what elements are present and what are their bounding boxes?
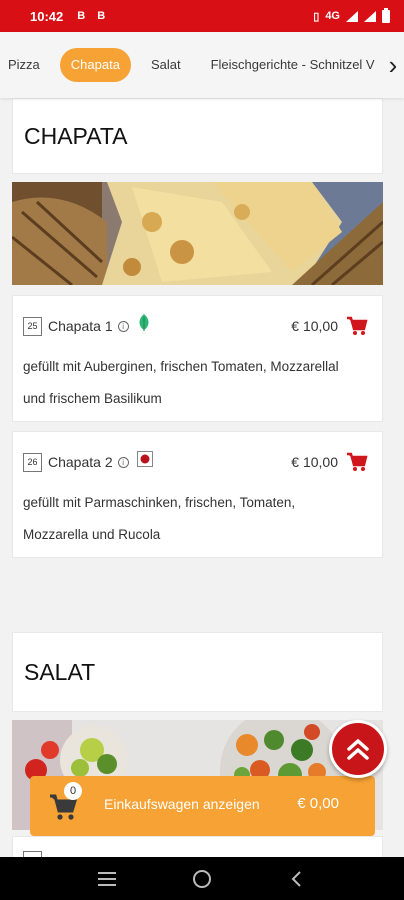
section-title-chapata: CHAPATA: [12, 98, 383, 174]
item-price: € 10,00: [291, 454, 338, 470]
signal-icon: [346, 10, 358, 22]
back-icon: [291, 870, 301, 887]
tab-salat[interactable]: Salat: [141, 48, 191, 82]
add-to-cart-icon[interactable]: [346, 316, 368, 336]
cart-label: Einkaufswagen anzeigen: [104, 796, 260, 812]
signal-icon: [364, 10, 376, 22]
status-bar: 10:42 B B ▯ 4G: [0, 0, 404, 32]
category-tabs: Pizza Chapata Salat Fleischgerichte - Sc…: [0, 32, 404, 98]
item-description-line: und frischem Basilikum: [23, 391, 162, 406]
add-to-cart-icon[interactable]: [346, 452, 368, 472]
notification-icon: B: [77, 10, 86, 22]
item-description-line: gefüllt mit Auberginen, frischen Tomaten…: [23, 359, 339, 374]
item-name: Chapata 2: [48, 454, 113, 470]
chapata-photo: [12, 182, 383, 285]
item-number: 26: [23, 452, 42, 472]
item-number: 25: [23, 316, 42, 336]
vibrate-icon: ▯: [313, 10, 320, 23]
system-navigation-bar: [0, 857, 404, 900]
vegetarian-leaf-icon: [139, 314, 149, 331]
tab-chapata[interactable]: Chapata: [59, 48, 131, 82]
view-cart-button[interactable]: 0 Einkaufswagen anzeigen € 0,00: [30, 776, 375, 836]
item-description-line: gefüllt mit Parmaschinken, frischen, Tom…: [23, 495, 296, 510]
cart-count-badge: 0: [64, 782, 82, 800]
home-icon: [192, 869, 211, 888]
info-icon[interactable]: i: [117, 320, 129, 332]
status-time: 10:42: [30, 8, 64, 24]
network-type-label: 4G: [325, 10, 340, 22]
item-description: gefüllt mit Auberginen, frischen Tomaten…: [23, 351, 372, 415]
item-name: Chapata 1: [48, 318, 113, 334]
tabs-scroll-right-icon[interactable]: ›: [382, 32, 404, 98]
chapata-banner-image: [12, 182, 383, 285]
recent-apps-icon: [98, 871, 117, 886]
item-price: € 10,00: [291, 318, 338, 334]
item-description: gefüllt mit Parmaschinken, frischen, Tom…: [23, 487, 372, 551]
home-button[interactable]: [188, 865, 216, 893]
pork-marker-icon: [136, 451, 153, 467]
menu-item-card[interactable]: 26 Chapata 2 i € 10,00 gefüllt mit Parma…: [12, 431, 383, 558]
section-title-text: SALAT: [24, 658, 96, 685]
cart-total: € 0,00: [297, 795, 339, 812]
scroll-to-top-button[interactable]: [329, 720, 387, 778]
section-title-text: CHAPATA: [24, 122, 128, 149]
double-chevron-up-icon: [347, 739, 369, 760]
battery-icon: [382, 7, 390, 23]
back-button[interactable]: [283, 865, 311, 893]
info-icon[interactable]: i: [117, 456, 129, 468]
notification-icon: B: [97, 10, 106, 22]
section-title-salat: SALAT: [12, 632, 383, 712]
recent-apps-button[interactable]: [93, 865, 121, 893]
tab-pizza[interactable]: Pizza: [0, 48, 50, 82]
menu-item-card[interactable]: 25 Chapata 1 i € 10,00 gefüllt mit Auber…: [12, 295, 383, 422]
tab-fleischgerichte[interactable]: Fleischgerichte - Schnitzel V: [201, 48, 385, 82]
item-description-line: Mozzarella und Rucola: [23, 527, 161, 542]
